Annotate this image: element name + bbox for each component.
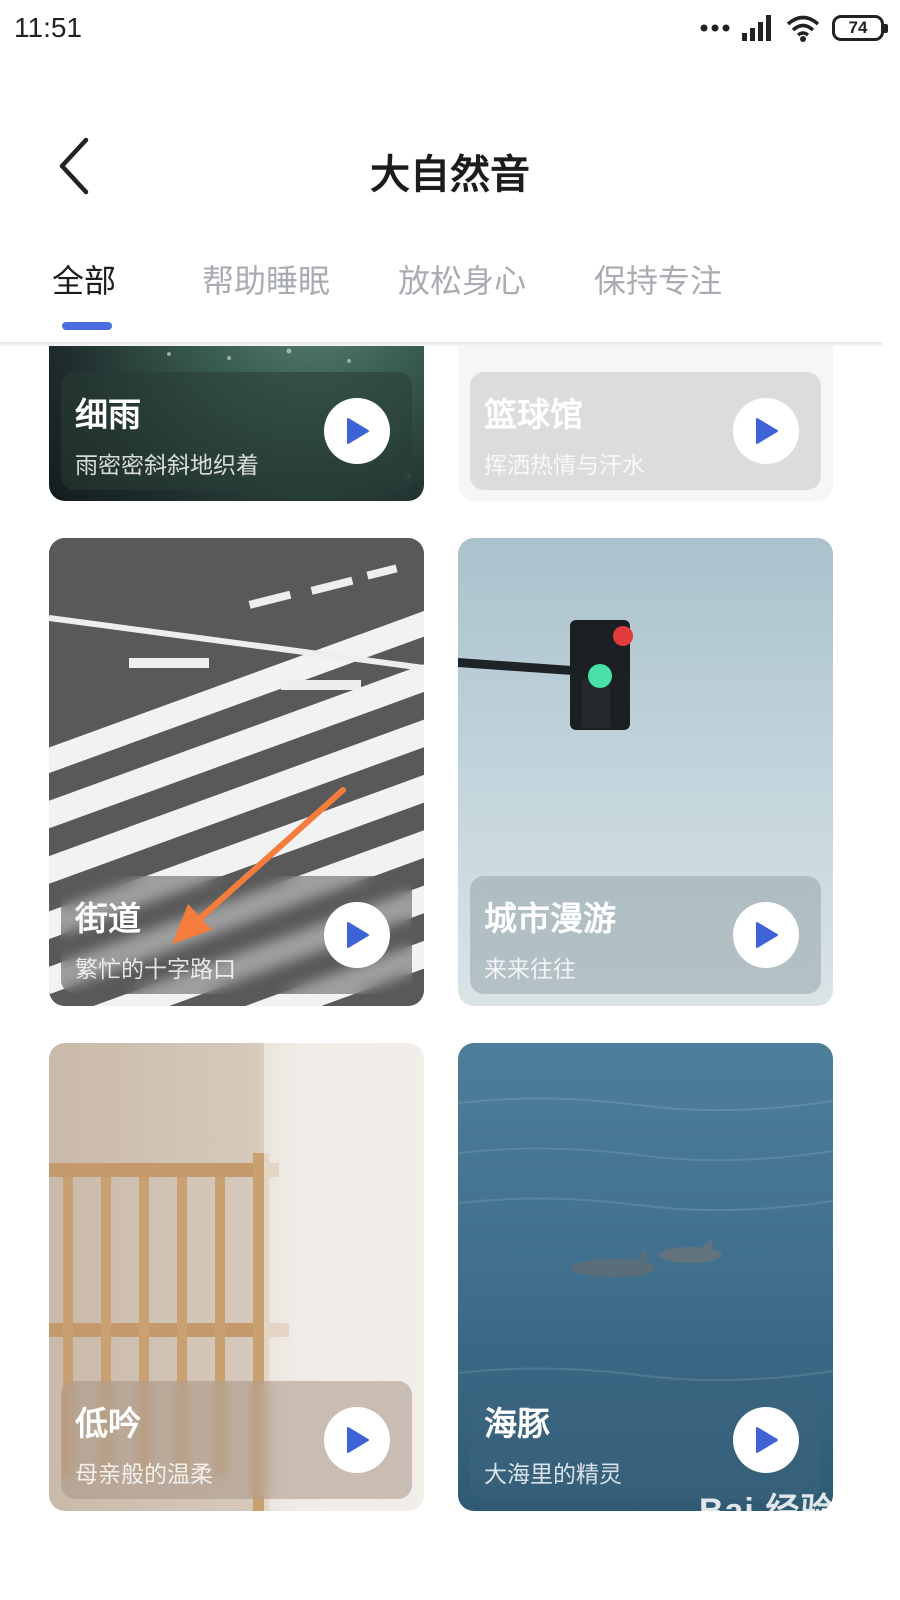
- sound-card-basketball[interactable]: 篮球馆 挥洒热情与汗水: [458, 346, 833, 501]
- card-info-panel: 城市漫游 来来往往: [470, 876, 821, 994]
- play-button[interactable]: [733, 398, 799, 464]
- header: 大自然音: [0, 112, 900, 222]
- card-title: 低吟: [75, 1404, 141, 1443]
- sound-grid: 细雨 雨密密斜斜地织着 篮球馆 挥洒热情与汗水 街道 繁忙的十字路口 城市漫游 …: [0, 346, 900, 1600]
- sound-card-rain[interactable]: 细雨 雨密密斜斜地织着: [49, 346, 424, 501]
- card-title: 海豚: [484, 1404, 550, 1443]
- card-subtitle: 大海里的精灵: [484, 1462, 622, 1488]
- watermark-url: jingyan.baidu.com: [698, 1532, 836, 1551]
- status-icons: 74: [700, 14, 888, 42]
- sound-card-dolphin[interactable]: 海豚 大海里的精灵: [458, 1043, 833, 1511]
- card-subtitle: 来来往往: [484, 957, 576, 983]
- card-title: 城市漫游: [484, 899, 616, 938]
- status-bar: 11:51 74: [0, 0, 900, 62]
- card-info-panel: 海豚 大海里的精灵: [470, 1381, 821, 1499]
- card-subtitle: 挥洒热情与汗水: [484, 453, 645, 479]
- play-icon: [756, 922, 778, 948]
- card-info-panel: 篮球馆 挥洒热情与汗水: [470, 372, 821, 490]
- play-button[interactable]: [324, 398, 390, 464]
- card-info-panel: 低吟 母亲般的温柔: [61, 1381, 412, 1499]
- tab-indicator: [62, 322, 112, 330]
- tab-sleep[interactable]: 帮助睡眠: [202, 256, 330, 302]
- card-info-panel: 细雨 雨密密斜斜地织着: [61, 372, 412, 490]
- play-icon: [756, 1427, 778, 1453]
- wifi-icon: [786, 15, 820, 42]
- page-title: 大自然音: [370, 152, 530, 198]
- card-title: 街道: [75, 899, 141, 938]
- sound-card-street[interactable]: 街道 繁忙的十字路口: [49, 538, 424, 1006]
- card-title: 细雨: [75, 395, 141, 434]
- battery-level: 74: [848, 18, 868, 37]
- play-icon: [347, 1427, 369, 1453]
- battery-icon: 74: [832, 15, 888, 41]
- watermark-logo: Bai 经验: [698, 1492, 836, 1530]
- play-icon: [347, 922, 369, 948]
- card-subtitle: 繁忙的十字路口: [75, 957, 236, 983]
- dots-icon: [700, 24, 730, 32]
- play-icon: [347, 418, 369, 444]
- play-button[interactable]: [324, 1407, 390, 1473]
- tab-focus[interactable]: 保持专注: [594, 256, 722, 302]
- card-subtitle: 母亲般的温柔: [75, 1462, 213, 1488]
- tab-bar: 全部 帮助睡眠 放松身心 保持专注: [0, 248, 900, 340]
- play-button[interactable]: [733, 1407, 799, 1473]
- status-time: 11:51: [14, 12, 82, 43]
- play-button[interactable]: [733, 902, 799, 968]
- signal-icon: [742, 15, 771, 41]
- card-subtitle: 雨密密斜斜地织着: [75, 453, 259, 479]
- card-title: 篮球馆: [484, 395, 583, 434]
- sound-card-city[interactable]: 城市漫游 来来往往: [458, 538, 833, 1006]
- play-icon: [756, 418, 778, 444]
- watermark: Bai 经验 jingyan.baidu.com: [699, 1483, 836, 1552]
- sound-card-lullaby[interactable]: 低吟 母亲般的温柔: [49, 1043, 424, 1511]
- tab-relax[interactable]: 放松身心: [398, 256, 526, 302]
- card-info-panel: 街道 繁忙的十字路口: [61, 876, 412, 994]
- play-button[interactable]: [324, 902, 390, 968]
- tab-all[interactable]: 全部: [52, 256, 116, 302]
